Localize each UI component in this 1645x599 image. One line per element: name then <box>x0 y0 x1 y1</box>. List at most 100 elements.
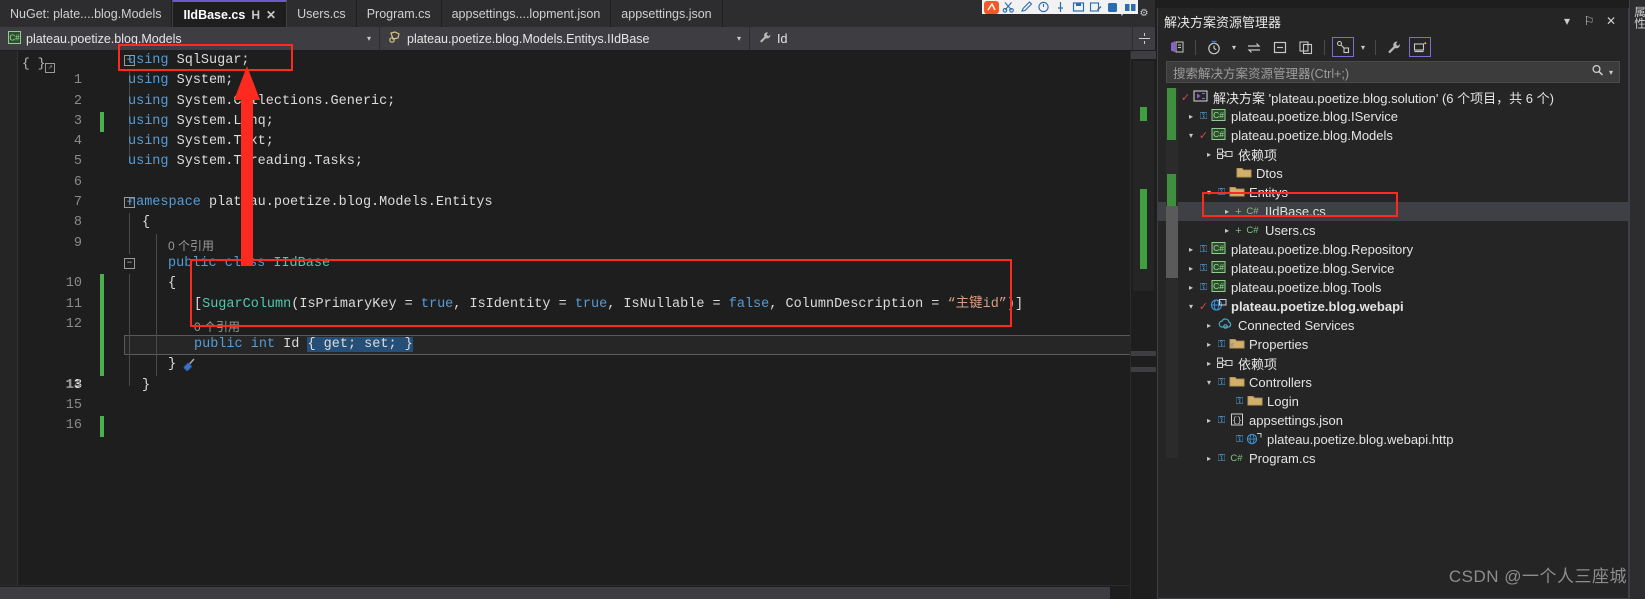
pin-icon[interactable]: Η <box>251 8 260 22</box>
code-editor-surface[interactable]: { } ↗ 1 − using SqlSugar; 2 using System; <box>0 51 1155 599</box>
tree-item[interactable]: ⚿ Login <box>1158 392 1628 411</box>
chevron-down-icon[interactable]: ▾ <box>1229 43 1239 52</box>
tab-appsettings-json[interactable]: appsettings.json <box>611 0 723 27</box>
chevron-right-icon[interactable]: ▸ <box>1202 150 1216 159</box>
chevron-down-icon[interactable]: ▾ <box>1184 131 1198 140</box>
scrollbar-thumb[interactable] <box>1166 206 1178 278</box>
scrollbar-thumb[interactable] <box>0 587 1110 599</box>
chevron-right-icon[interactable]: ▸ <box>1184 283 1198 292</box>
tree-item[interactable]: ▸ + C# IIdBase.cs <box>1158 202 1628 221</box>
collapse-all-icon[interactable] <box>1269 37 1291 57</box>
tab-users-cs[interactable]: Users.cs <box>287 0 357 27</box>
tree-item[interactable]: ▾ ✓ C# plateau.poetize.blog.Models <box>1158 126 1628 145</box>
close-icon[interactable]: ✕ <box>266 8 276 22</box>
code-line-text: using System; <box>128 73 234 89</box>
tree-item[interactable]: ▸ ⚿ Properties <box>1158 335 1628 354</box>
tab-program-cs[interactable]: Program.cs <box>356 0 442 27</box>
codelens-reference-line[interactable]: 0 个引用 <box>38 314 1155 376</box>
chevron-down-icon[interactable]: ▾ <box>1202 378 1216 387</box>
tree-item[interactable]: Dtos <box>1158 164 1628 183</box>
code-lines[interactable]: 1 − using SqlSugar; 2 using System; 3 us… <box>38 51 1155 599</box>
search-input[interactable]: 搜索解决方案资源管理器(Ctrl+;) ▾ <box>1166 61 1620 83</box>
chevron-down-icon[interactable]: ▾ <box>1184 302 1198 311</box>
grid-menu-icon[interactable] <box>1123 1 1138 14</box>
tab-iidbase-cs[interactable]: IIdBase.cs Η ✕ <box>172 0 288 27</box>
navbar-member-dropdown[interactable]: Id <box>750 27 1133 50</box>
edit-note-icon[interactable] <box>1088 1 1103 14</box>
properties-wrench-icon[interactable] <box>1383 37 1405 57</box>
csharp-file-icon: C# <box>1243 223 1262 239</box>
tab-nuget[interactable]: NuGet: plate....blog.Models <box>0 0 173 27</box>
editor-horizontal-scrollbar[interactable] <box>0 585 1130 599</box>
home-solution-icon[interactable] <box>1166 37 1188 57</box>
quick-actions-screwdriver-icon[interactable] <box>84 336 195 372</box>
search-icon[interactable] <box>1591 64 1605 80</box>
show-all-files-icon[interactable] <box>1295 37 1317 57</box>
tree-item[interactable]: ▸ 依赖项 <box>1158 354 1628 373</box>
tree-item[interactable]: ▸ ⚿ C# plateau.poetize.blog.Repository <box>1158 240 1628 259</box>
chevron-down-icon[interactable]: ▾ <box>1358 43 1368 52</box>
chevron-down-icon[interactable]: ▾ <box>727 34 741 43</box>
chevron-down-icon[interactable]: ▾ <box>357 34 371 43</box>
outlining-collapse-icon[interactable]: − <box>124 257 135 269</box>
chevron-right-icon[interactable]: ▸ <box>1184 245 1198 254</box>
chevron-right-icon[interactable]: ▸ <box>1202 321 1216 330</box>
pending-changes-icon[interactable] <box>1203 37 1225 57</box>
chevron-right-icon[interactable]: ▸ <box>1202 340 1216 349</box>
chevron-down-icon[interactable]: ▾ <box>1202 188 1216 197</box>
record-timer-icon[interactable] <box>1036 1 1051 14</box>
close-icon[interactable]: ✕ <box>1600 14 1622 28</box>
pin-icon[interactable] <box>1053 1 1068 14</box>
close-blue-icon[interactable] <box>1105 1 1120 14</box>
tree-item[interactable]: ▸ ⚿ C# plateau.poetize.blog.Service <box>1158 259 1628 278</box>
solution-explorer-scrollbar[interactable] <box>1166 88 1178 458</box>
navbar-split-view-icon[interactable] <box>1133 27 1155 50</box>
view-class-diagram-icon[interactable] <box>1332 37 1354 57</box>
folder-icon <box>1227 185 1246 201</box>
search-chevron-down-icon[interactable]: ▾ <box>1609 68 1613 77</box>
tree-item[interactable]: ⚿ plateau.poetize.blog.webapi.http <box>1158 430 1628 449</box>
dependencies-icon <box>1216 147 1235 163</box>
codelens-reference-count[interactable]: 0 个引用 <box>168 236 214 256</box>
codelens-reference-line[interactable]: 0 个引用 <box>38 233 1155 295</box>
chevron-right-icon[interactable]: ▸ <box>1184 264 1198 273</box>
tree-item[interactable]: ▾ ⚿ Controllers <box>1158 373 1628 392</box>
tree-item[interactable]: ▾ ✓ plateau.poetize.blog.webapi <box>1158 297 1628 316</box>
chevron-right-icon[interactable]: ▸ <box>1202 359 1216 368</box>
tree-item[interactable]: ▸ ⚿ C# plateau.poetize.blog.IService <box>1158 107 1628 126</box>
tree-item[interactable]: ▸ ⚿ C# Program.cs <box>1158 449 1628 468</box>
tab-appsettings-development-json[interactable]: appsettings....lopment.json <box>441 0 612 27</box>
scissors-icon[interactable] <box>1001 1 1016 14</box>
navbar-type-dropdown[interactable]: plateau.poetize.blog.Models.Entitys.IIdB… <box>380 27 750 50</box>
solution-explorer-tree[interactable]: ▴✓解决方案 'plateau.poetize.blog.solution' (… <box>1158 86 1628 468</box>
chevron-right-icon[interactable]: ▸ <box>1220 207 1234 216</box>
token-using: using <box>128 53 169 68</box>
tree-item[interactable]: ▴✓解决方案 'plateau.poetize.blog.solution' (… <box>1158 88 1628 107</box>
sync-with-active-document-icon[interactable] <box>1243 37 1265 57</box>
pencil-icon[interactable] <box>1019 1 1034 14</box>
window-menu-chevron-down-icon[interactable]: ▾ <box>1556 14 1578 28</box>
right-dock-tab-strip[interactable]: 属性 <box>1629 0 1645 599</box>
tree-item[interactable]: ▸ + C# Users.cs <box>1158 221 1628 240</box>
token-namespace: namespace <box>128 195 201 211</box>
code-line-text: } <box>168 355 176 375</box>
tree-item[interactable]: ▸ Connected Services <box>1158 316 1628 335</box>
preview-selected-items-icon[interactable] <box>1409 37 1431 57</box>
save-icon[interactable] <box>1071 1 1086 14</box>
chevron-right-icon[interactable]: ▸ <box>1184 112 1198 121</box>
floating-overlay-toolbar[interactable] <box>982 0 1138 14</box>
chevron-right-icon[interactable]: ▸ <box>1202 454 1216 463</box>
tree-item[interactable]: ▾ ⚿ Entitys <box>1158 183 1628 202</box>
chevron-right-icon[interactable]: ▸ <box>1220 226 1234 235</box>
navbar-project-dropdown[interactable]: C# plateau.poetize.blog.Models ▾ <box>0 27 380 50</box>
editor-vertical-scrollbar[interactable] <box>1130 51 1156 599</box>
tree-item[interactable]: ▸ ⚿ {} appsettings.json <box>1158 411 1628 430</box>
chevron-right-icon[interactable]: ▸ <box>1202 416 1216 425</box>
right-dock-tab-properties[interactable]: 属性 <box>1631 6 1645 29</box>
property-wrench-icon <box>758 31 772 47</box>
codelens-reference-count[interactable]: 0 个引用 <box>194 317 240 337</box>
tree-item[interactable]: ▸ ⚿ C# plateau.poetize.blog.Tools <box>1158 278 1628 297</box>
app-logo-icon[interactable] <box>984 0 1000 14</box>
pin-icon[interactable]: ⚐ <box>1578 14 1600 28</box>
tree-item[interactable]: ▸ 依赖项 <box>1158 145 1628 164</box>
